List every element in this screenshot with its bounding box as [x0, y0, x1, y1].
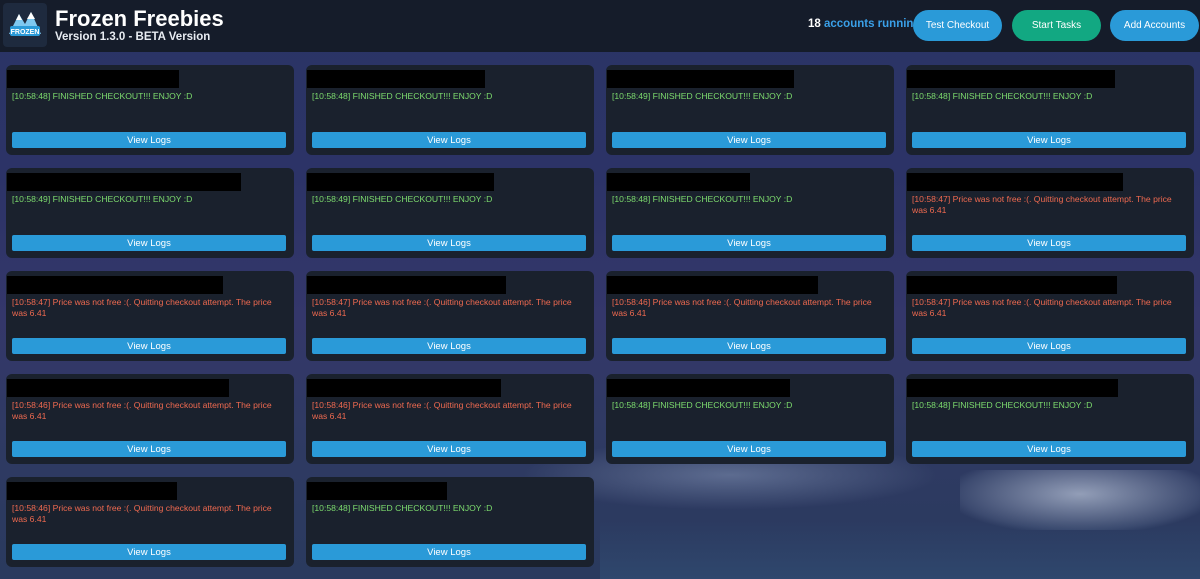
app-header: FROZEN Frozen Freebies Version 1.3.0 - B… — [0, 0, 1200, 52]
accounts-running-status: 18 accounts running — [808, 18, 920, 30]
account-card: [10:58:49] FINISHED CHECKOUT!!! ENJOY :D… — [306, 168, 594, 258]
redacted-account-name — [7, 482, 177, 500]
account-card: [10:58:48] FINISHED CHECKOUT!!! ENJOY :D… — [606, 168, 894, 258]
view-logs-button[interactable]: View Logs — [312, 132, 586, 148]
view-logs-button[interactable]: View Logs — [12, 338, 286, 354]
view-logs-button[interactable]: View Logs — [312, 235, 586, 251]
account-card: [10:58:48] FINISHED CHECKOUT!!! ENJOY :D… — [6, 65, 294, 155]
account-card: [10:58:46] Price was not free :(. Quitti… — [6, 477, 294, 567]
view-logs-button[interactable]: View Logs — [12, 235, 286, 251]
app-logo: FROZEN — [3, 3, 47, 47]
account-card: [10:58:48] FINISHED CHECKOUT!!! ENJOY :D… — [306, 65, 594, 155]
log-message: [10:58:46] Price was not free :(. Quitti… — [312, 400, 572, 421]
view-logs-button[interactable]: View Logs — [912, 441, 1186, 457]
background-water — [600, 520, 1200, 579]
view-logs-button[interactable]: View Logs — [612, 338, 886, 354]
log-message: [10:58:47] Price was not free :(. Quitti… — [912, 194, 1172, 215]
redacted-account-name — [7, 379, 229, 397]
log-message: [10:58:47] Price was not free :(. Quitti… — [312, 297, 572, 318]
redacted-account-name — [7, 173, 241, 191]
redacted-account-name — [907, 276, 1117, 294]
view-logs-button[interactable]: View Logs — [912, 235, 1186, 251]
redacted-account-name — [607, 173, 750, 191]
redacted-account-name — [307, 173, 494, 191]
redacted-account-name — [307, 70, 485, 88]
log-message: [10:58:49] FINISHED CHECKOUT!!! ENJOY :D — [12, 194, 193, 204]
view-logs-button[interactable]: View Logs — [912, 338, 1186, 354]
view-logs-button[interactable]: View Logs — [312, 441, 586, 457]
redacted-account-name — [7, 276, 223, 294]
view-logs-button[interactable]: View Logs — [612, 132, 886, 148]
view-logs-button[interactable]: View Logs — [912, 132, 1186, 148]
test-checkout-button[interactable]: Test Checkout — [913, 10, 1002, 41]
account-card: [10:58:47] Price was not free :(. Quitti… — [906, 168, 1194, 258]
redacted-account-name — [307, 276, 506, 294]
redacted-account-name — [607, 276, 818, 294]
log-message: [10:58:48] FINISHED CHECKOUT!!! ENJOY :D — [312, 91, 493, 101]
mountain-logo-icon: FROZEN — [9, 12, 41, 36]
redacted-account-name — [307, 482, 447, 500]
account-card: [10:58:47] Price was not free :(. Quitti… — [306, 271, 594, 361]
log-message: [10:58:48] FINISHED CHECKOUT!!! ENJOY :D — [12, 91, 193, 101]
log-message: [10:58:48] FINISHED CHECKOUT!!! ENJOY :D — [912, 400, 1093, 410]
app-title: Frozen Freebies — [55, 6, 224, 31]
redacted-account-name — [907, 70, 1115, 88]
log-message: [10:58:49] FINISHED CHECKOUT!!! ENJOY :D — [312, 194, 493, 204]
log-message: [10:58:48] FINISHED CHECKOUT!!! ENJOY :D — [612, 194, 793, 204]
account-card: [10:58:48] FINISHED CHECKOUT!!! ENJOY :D… — [606, 374, 894, 464]
accounts-count: 18 — [808, 18, 821, 30]
account-card: [10:58:46] Price was not free :(. Quitti… — [306, 374, 594, 464]
account-card: [10:58:46] Price was not free :(. Quitti… — [606, 271, 894, 361]
log-message: [10:58:48] FINISHED CHECKOUT!!! ENJOY :D — [312, 503, 493, 513]
redacted-account-name — [607, 379, 790, 397]
account-card: [10:58:47] Price was not free :(. Quitti… — [906, 271, 1194, 361]
logo-text: FROZEN — [11, 29, 40, 36]
start-tasks-button[interactable]: Start Tasks — [1012, 10, 1101, 41]
view-logs-button[interactable]: View Logs — [12, 544, 286, 560]
log-message: [10:58:46] Price was not free :(. Quitti… — [612, 297, 872, 318]
view-logs-button[interactable]: View Logs — [312, 338, 586, 354]
redacted-account-name — [307, 379, 501, 397]
account-card: [10:58:47] Price was not free :(. Quitti… — [6, 271, 294, 361]
account-card: [10:58:49] FINISHED CHECKOUT!!! ENJOY :D… — [606, 65, 894, 155]
view-logs-button[interactable]: View Logs — [12, 132, 286, 148]
log-message: [10:58:46] Price was not free :(. Quitti… — [12, 503, 272, 524]
log-message: [10:58:48] FINISHED CHECKOUT!!! ENJOY :D — [912, 91, 1093, 101]
account-card: [10:58:48] FINISHED CHECKOUT!!! ENJOY :D… — [306, 477, 594, 567]
log-message: [10:58:47] Price was not free :(. Quitti… — [12, 297, 272, 318]
account-card: [10:58:46] Price was not free :(. Quitti… — [6, 374, 294, 464]
view-logs-button[interactable]: View Logs — [612, 235, 886, 251]
log-message: [10:58:49] FINISHED CHECKOUT!!! ENJOY :D — [612, 91, 793, 101]
view-logs-button[interactable]: View Logs — [612, 441, 886, 457]
account-card: [10:58:48] FINISHED CHECKOUT!!! ENJOY :D… — [906, 374, 1194, 464]
log-message: [10:58:46] Price was not free :(. Quitti… — [12, 400, 272, 421]
redacted-account-name — [907, 173, 1123, 191]
accounts-label: accounts running — [824, 18, 921, 30]
log-message: [10:58:47] Price was not free :(. Quitti… — [912, 297, 1172, 318]
account-card: [10:58:48] FINISHED CHECKOUT!!! ENJOY :D… — [906, 65, 1194, 155]
redacted-account-name — [607, 70, 794, 88]
log-message: [10:58:48] FINISHED CHECKOUT!!! ENJOY :D — [612, 400, 793, 410]
redacted-account-name — [907, 379, 1118, 397]
view-logs-button[interactable]: View Logs — [312, 544, 586, 560]
view-logs-button[interactable]: View Logs — [12, 441, 286, 457]
add-accounts-button[interactable]: Add Accounts — [1110, 10, 1199, 41]
redacted-account-name — [7, 70, 179, 88]
app-version: Version 1.3.0 - BETA Version — [55, 31, 211, 43]
account-card: [10:58:49] FINISHED CHECKOUT!!! ENJOY :D… — [6, 168, 294, 258]
